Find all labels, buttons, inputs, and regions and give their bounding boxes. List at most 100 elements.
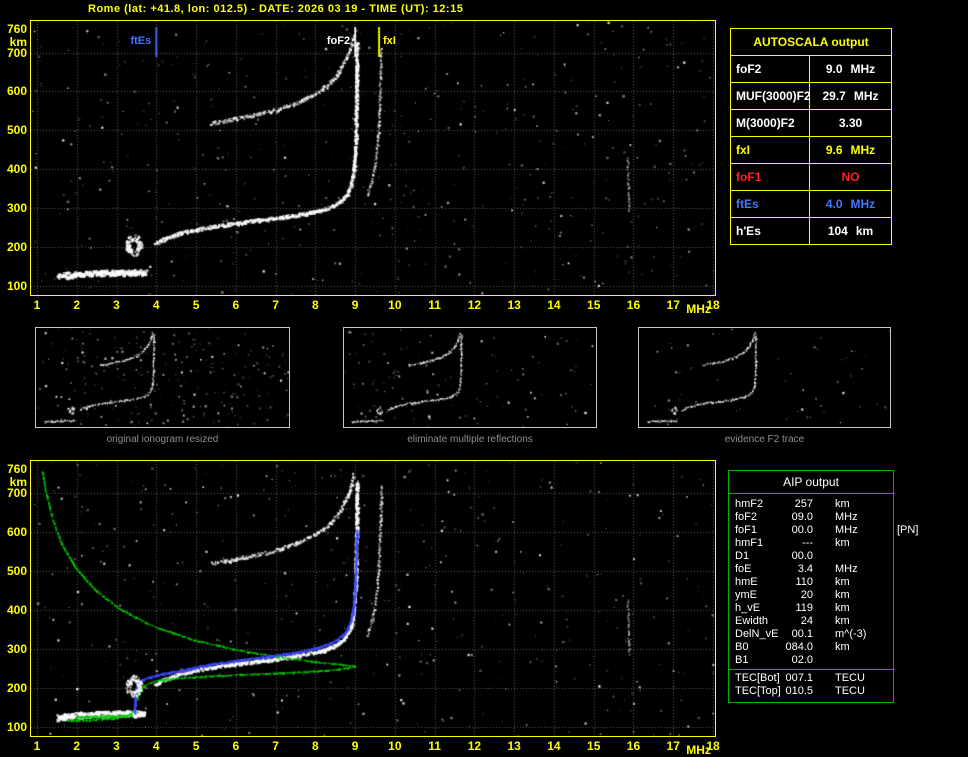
x-axis-tick: 8 [311, 298, 319, 312]
marker-label-ftEs: ftEs [130, 35, 152, 47]
marker-label-foF2: foF2 [326, 35, 351, 47]
aip-row-unit: MHz [835, 563, 858, 575]
x-axis-unit: MHz [686, 302, 711, 316]
x-axis-tick: 4 [152, 298, 160, 312]
aip-row-extra: [PN] [897, 524, 919, 536]
aip-row-unit: km [835, 576, 850, 588]
aip-row-h_vE: h_vE 119 km [729, 602, 893, 615]
y-axis-tick: 760 [6, 22, 27, 37]
aip-row-unit: km [835, 498, 850, 510]
aip-row-foF2: foF2 09.0 MHz [729, 511, 893, 524]
aip-row-label: ymE [735, 589, 757, 601]
aip-row-hmE: hmE 110 km [729, 576, 893, 589]
thumbnail-caption-2: eliminate multiple reflections [407, 434, 533, 445]
page-title: Rome (lat: +41.8, lon: 012.5) - DATE: 20… [88, 3, 464, 15]
x-axis-tick: 14 [547, 298, 561, 312]
aip-row-D1: D1 00.0 [729, 550, 893, 563]
autoscala-row-number: 9.0 [825, 62, 843, 76]
x-axis-tick: 5 [192, 739, 200, 753]
aip-row-value: 20 [800, 589, 813, 601]
x-axis-tick: 14 [547, 739, 561, 753]
aip-row-label: hmF2 [735, 498, 764, 510]
autoscala-row-label: ftEs [731, 191, 810, 217]
autoscala-row-M(3000)F2: M(3000)F2 3.30 [731, 110, 891, 137]
aip-row-TEC[Top]: TEC[Top] 010.5 TECU [729, 685, 893, 698]
aip-row-DelN_vE: DelN_vE 00.1 m^(-3) [729, 628, 893, 641]
autoscala-row-foF1: foF1 NO [731, 164, 891, 191]
x-axis-tick: 1 [33, 298, 41, 312]
thumbnail-canvas-2 [344, 328, 596, 427]
autoscala-output-table: AUTOSCALA output foF2 9.0 MHz MUF(3000)F2 29.… [730, 28, 892, 245]
thumbnail-panel-1 [35, 327, 290, 428]
aip-row-value: 007.1 [785, 672, 813, 684]
autoscala-row-number: 4.0 [825, 197, 843, 211]
x-axis-tick: 16 [626, 739, 641, 753]
aip-row-unit: km [835, 537, 850, 549]
x-axis-tick: 2 [73, 739, 81, 753]
aip-row-B1: B1 02.0 [729, 654, 893, 667]
x-axis-tick: 6 [232, 298, 240, 312]
aip-row-unit: TECU [835, 685, 865, 697]
autoscala-row-unit: MHz [850, 62, 876, 76]
aip-row-Ewidth: Ewidth 24 km [729, 615, 893, 628]
bottom-ionogram-canvas [31, 461, 715, 736]
autoscala-row-number: 9.6 [825, 143, 843, 157]
autoscala-row-MUF(3000)F2: MUF(3000)F2 29.7 MHz [731, 83, 891, 110]
aip-row-unit: MHz [835, 524, 858, 536]
x-axis-tick: 10 [388, 739, 402, 753]
x-axis-tick: 9 [351, 298, 359, 312]
y-axis-tick: 600 [6, 84, 27, 99]
aip-row-unit: km [835, 602, 850, 614]
aip-row-hmF1: hmF1 --- km [729, 537, 893, 550]
aip-row-value: 09.0 [791, 511, 813, 523]
aip-row-label: h_vE [735, 602, 761, 614]
y-axis-tick: 400 [6, 602, 27, 617]
ionogram-panel-bottom [30, 460, 716, 737]
aip-row-ymE: ymE 20 km [729, 589, 893, 602]
aip-row-unit [813, 550, 893, 563]
aip-row-label: TEC[Bot] [735, 672, 780, 684]
marker-label-fxI: fxI [382, 35, 396, 47]
thumbnail-canvas-3 [639, 328, 890, 427]
thumbnail-caption-3: evidence F2 trace [724, 434, 805, 445]
aip-row-value: 00.0 [791, 550, 813, 562]
x-axis-tick: 12 [467, 298, 482, 312]
x-axis-tick: 3 [113, 739, 120, 753]
x-axis-tick: 5 [192, 298, 200, 312]
x-axis-tick: 4 [152, 739, 160, 753]
y-axis-tick: 500 [6, 123, 27, 138]
aip-row-unit: TECU [835, 672, 865, 684]
autoscala-row-unit: km [855, 224, 874, 238]
aip-row-TEC[Bot]: TEC[Bot] 007.1 TECU [729, 672, 893, 685]
x-axis-tick: 3 [113, 298, 120, 312]
y-axis-tick: 100 [6, 720, 27, 735]
aip-row-label: B0 [735, 641, 749, 653]
y-axis-tick: 500 [6, 563, 27, 578]
x-axis-tick: 15 [587, 298, 601, 312]
thumbnail-caption-1: original ionogram resized [106, 434, 219, 445]
aip-row-unit: m^(-3) [835, 628, 867, 640]
y-axis-tick: 300 [6, 201, 27, 216]
x-axis-tick: 17 [666, 298, 680, 312]
x-axis-tick: 2 [73, 298, 81, 312]
y-axis-tick: 400 [6, 162, 27, 177]
autoscala-row-label: h'Es [731, 218, 810, 244]
autoscala-row-value: 104 km [810, 218, 891, 244]
aip-row-B0: B0 084.0 km [729, 641, 893, 654]
x-axis-tick: 9 [351, 739, 359, 753]
y-axis-tick: 200 [6, 680, 27, 695]
thumbnail-canvas-1 [36, 328, 289, 427]
autoscala-table-header: AUTOSCALA output [731, 29, 891, 56]
aip-row-value: 3.4 [797, 563, 813, 575]
autoscala-row-value: 9.6 MHz [810, 137, 891, 163]
aip-row-label: foF1 [735, 524, 758, 536]
aip-row-label: TEC[Top] [735, 685, 781, 697]
x-axis-tick: 11 [428, 739, 441, 753]
aip-row-foF1: foF1 00.0 MHz [PN] [729, 524, 918, 537]
y-axis-tick: 200 [6, 240, 27, 255]
y-axis-tick: 100 [6, 279, 27, 294]
x-axis-tick: 6 [232, 739, 240, 753]
x-axis-tick: 11 [428, 298, 441, 312]
autoscala-row-h'Es: h'Es 104 km [731, 218, 891, 244]
autoscala-row-unit: MHz [850, 143, 876, 157]
